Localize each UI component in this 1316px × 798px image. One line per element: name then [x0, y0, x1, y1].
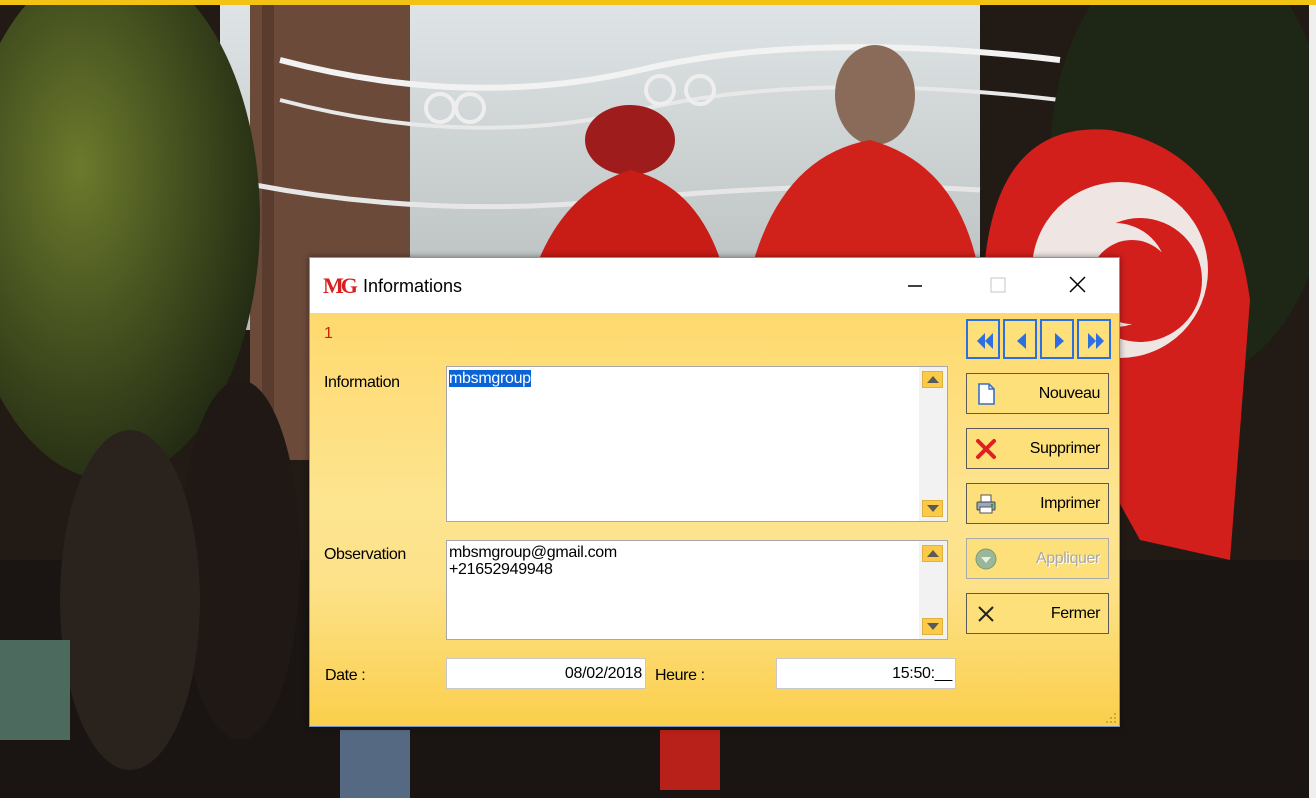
dialog-client-area: 1 Information mbsmgroup Observation mbsm…: [310, 313, 1119, 726]
fermer-label: Fermer: [1050, 605, 1101, 622]
printer-icon: [976, 494, 996, 514]
title-bar[interactable]: MG Informations: [310, 258, 1119, 313]
information-scrollbar[interactable]: [919, 367, 947, 521]
maximize-icon: [990, 277, 1006, 293]
apply-check-icon: [975, 548, 997, 570]
date-label: Date :: [325, 667, 366, 684]
minimize-icon: [908, 285, 922, 287]
first-record-icon: [977, 333, 993, 349]
scroll-up-button[interactable]: [922, 545, 943, 562]
appliquer-label: Appliquer: [1035, 550, 1100, 567]
arrow-up-icon: [927, 550, 939, 557]
right-edge-strip: [1309, 5, 1316, 798]
maximize-button: [965, 258, 1029, 313]
information-textarea[interactable]: mbsmgroup: [446, 366, 948, 522]
date-field[interactable]: 08/02/2018: [446, 658, 646, 689]
close-icon: [1069, 276, 1086, 293]
window-title: Informations: [363, 276, 463, 296]
observation-textarea[interactable]: mbsmgroup@gmail.com +21652949948: [446, 540, 948, 640]
first-record-button[interactable]: [966, 319, 1000, 359]
heure-label: Heure :: [655, 667, 705, 684]
resize-grip-icon[interactable]: [1105, 712, 1117, 724]
last-record-button[interactable]: [1077, 319, 1111, 359]
appliquer-button[interactable]: Appliquer: [966, 538, 1109, 579]
close-x-icon: [978, 606, 994, 622]
close-window-button[interactable]: [1045, 258, 1109, 313]
information-label: Information: [324, 374, 400, 391]
app-logo-icon: MG: [323, 273, 358, 298]
arrow-down-icon: [927, 505, 939, 512]
arrow-down-icon: [927, 623, 939, 630]
nouveau-label: Nouveau: [1038, 385, 1101, 402]
new-document-icon: [978, 383, 995, 405]
information-value: mbsmgroup: [449, 370, 531, 387]
next-record-icon: [1055, 333, 1064, 349]
nouveau-button[interactable]: Nouveau: [966, 373, 1109, 414]
observation-value: mbsmgroup@gmail.com +21652949948: [449, 544, 617, 578]
record-navigation: [966, 319, 1112, 359]
last-record-icon: [1088, 333, 1104, 349]
supprimer-button[interactable]: Supprimer: [966, 428, 1109, 469]
arrow-up-icon: [927, 376, 939, 383]
scroll-up-button[interactable]: [922, 371, 943, 388]
top-accent-strip: [0, 0, 1316, 5]
observation-scrollbar[interactable]: [919, 541, 947, 639]
next-record-button[interactable]: [1040, 319, 1074, 359]
supprimer-label: Supprimer: [1029, 440, 1101, 457]
heure-field[interactable]: 15:50:__: [776, 658, 956, 689]
previous-record-button[interactable]: [1003, 319, 1037, 359]
scroll-down-button[interactable]: [922, 618, 943, 635]
previous-record-icon: [1017, 333, 1026, 349]
fermer-button[interactable]: Fermer: [966, 593, 1109, 634]
observation-label: Observation: [324, 546, 406, 563]
imprimer-label: Imprimer: [1040, 495, 1100, 512]
scroll-down-button[interactable]: [922, 500, 943, 517]
minimize-button[interactable]: [882, 258, 946, 313]
informations-dialog: MG Informations 1 Information mbsmgroup …: [309, 257, 1120, 727]
record-number: 1: [324, 325, 333, 342]
delete-x-icon: [976, 439, 996, 459]
imprimer-button[interactable]: Imprimer: [966, 483, 1109, 524]
